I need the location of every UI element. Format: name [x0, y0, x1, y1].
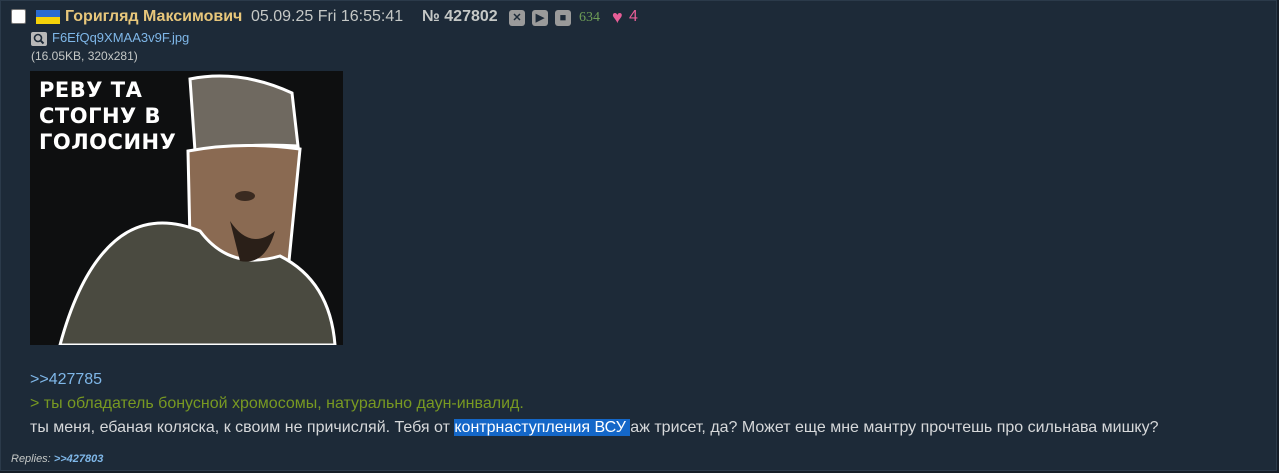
post-checkbox[interactable]: [11, 9, 26, 24]
reply-link[interactable]: >>427785: [30, 371, 102, 389]
replies-label: Replies:: [11, 453, 51, 465]
heart-icon[interactable]: ♥: [612, 7, 623, 28]
post-text-part: аж трисет, да? Может еще мне мантру проч…: [630, 419, 1159, 436]
post-number[interactable]: № 427802: [422, 8, 498, 26]
ukraine-flag-icon: [36, 10, 60, 24]
view-count: 634: [579, 10, 600, 25]
replies-section: Replies: >>427803: [11, 453, 103, 465]
selected-text: контрнаступления ВСУ: [454, 419, 631, 436]
image-search-icon[interactable]: [31, 32, 47, 46]
file-info: (16.05KB, 320x281): [31, 49, 138, 63]
post-container: Горигляд Максимович 05.09.25 Fri 16:55:4…: [0, 0, 1277, 471]
reply-backlink[interactable]: >>427803: [54, 453, 104, 465]
file-name-link[interactable]: F6EfQq9XMAA3v9F.jpg: [52, 30, 189, 45]
post-text: ты меня, ебаная коляска, к своим не прич…: [30, 419, 1158, 437]
post-image-thumbnail[interactable]: РЕВУ ТА СТОГНУ В ГОЛОСИНУ: [30, 71, 343, 345]
post-author: Горигляд Максимович: [65, 8, 243, 25]
image-caption: РЕВУ ТА СТОГНУ В ГОЛОСИНУ: [39, 78, 177, 154]
stop-icon[interactable]: ■: [555, 10, 571, 26]
play-icon[interactable]: ▶: [532, 10, 548, 26]
hide-post-icon[interactable]: ✕: [509, 10, 525, 26]
like-count: 4: [629, 8, 638, 25]
greentext-quote: > ты обладатель бонусной хромосомы, нату…: [30, 395, 524, 412]
post-datetime: 05.09.25 Fri 16:55:41: [251, 8, 404, 25]
post-text-part: ты меня, ебаная коляска, к своим не прич…: [30, 419, 455, 436]
